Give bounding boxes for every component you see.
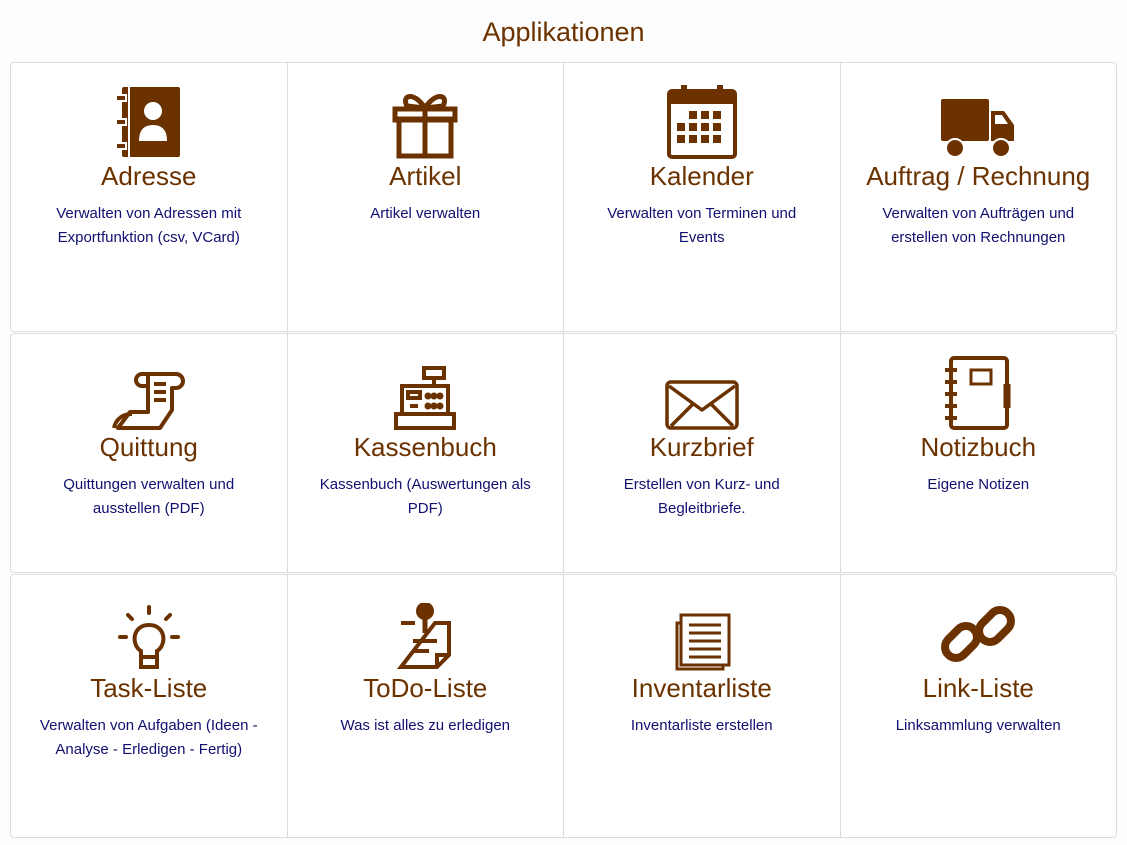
tile-description: Erstellen von Kurz- und Begleitbriefe. [623,476,780,517]
app-tile-kalender[interactable]: Kalender Verwalten von Terminen und Even… [564,63,841,331]
app-tile-todo-liste[interactable]: ToDo-Liste Was ist alles zu erledigen [288,575,564,837]
app-row-3: Task-Liste Verwalten von Aufgaben (Ideen… [10,574,1117,838]
app-row-1: Adresse Verwalten von Adressen mit Expor… [10,62,1117,332]
lightbulb-icon [116,575,182,671]
app-tile-notizbuch[interactable]: Notizbuch Eigene Notizen [841,334,1117,572]
receipt-icon [111,334,186,430]
app-tile-kassenbuch[interactable]: Kassenbuch Kassenbuch (Auswertungen als … [288,334,564,572]
list-document-icon [673,575,731,671]
tile-description: Was ist alles zu erledigen [340,717,511,734]
tile-description: Verwalten von Aufträgen und erstellen vo… [882,205,1075,246]
tile-description: Verwalten von Adressen mit Exportfunktio… [56,205,242,246]
tile-title: Kassenbuch [353,432,497,462]
app-tile-artikel[interactable]: Artikel Artikel verwalten [288,63,564,331]
app-tile-auftrag-rechnung[interactable]: Auftrag / Rechnung Verwalten von Aufträg… [841,63,1117,331]
app-row-2: Quittung Quittungen verwalten und ausste… [10,333,1117,573]
clipboard-pin-icon [397,575,453,671]
tile-description: Inventarliste erstellen [630,717,773,734]
tile-title: Quittung [99,432,198,462]
truck-icon [941,63,1015,159]
tile-description: Kassenbuch (Auswertungen als PDF) [319,476,531,517]
tile-title: Kalender [649,161,754,191]
tile-description: Linksammlung verwalten [895,717,1061,734]
calendar-icon [666,63,737,159]
tile-description: Quittungen verwalten und ausstellen (PDF… [63,476,235,517]
tile-title: Inventarliste [631,673,772,703]
tile-title: ToDo-Liste [363,673,488,703]
link-icon [941,575,1016,671]
app-tile-task-liste[interactable]: Task-Liste Verwalten von Aufgaben (Ideen… [11,575,288,837]
tile-title: Artikel [389,161,462,191]
page-title: Applikationen [482,17,645,47]
tile-title: Notizbuch [920,432,1037,462]
app-tile-inventarliste[interactable]: Inventarliste Inventarliste erstellen [564,575,841,837]
app-tile-link-liste[interactable]: Link-Liste Linksammlung verwalten [841,575,1117,837]
tile-title: Auftrag / Rechnung [866,161,1091,191]
tile-description: Artikel verwalten [370,205,481,222]
gift-icon [392,63,458,159]
notebook-icon [943,334,1013,430]
tile-title: Kurzbrief [649,432,754,462]
tile-description: Verwalten von Terminen und Events [607,205,797,246]
envelope-icon [665,334,739,430]
tile-title: Adresse [101,161,197,191]
app-tile-quittung[interactable]: Quittung Quittungen verwalten und ausste… [11,334,288,572]
tile-description: Verwalten von Aufgaben (Ideen - Analyse … [39,717,258,758]
address-book-icon [115,63,182,159]
tile-title: Task-Liste [90,673,208,703]
cash-register-icon [394,334,457,430]
app-tile-adresse[interactable]: Adresse Verwalten von Adressen mit Expor… [11,63,288,331]
app-tile-kurzbrief[interactable]: Kurzbrief Erstellen von Kurz- und Beglei… [564,334,841,572]
tile-title: Link-Liste [922,673,1034,703]
tile-description: Eigene Notizen [927,476,1030,493]
